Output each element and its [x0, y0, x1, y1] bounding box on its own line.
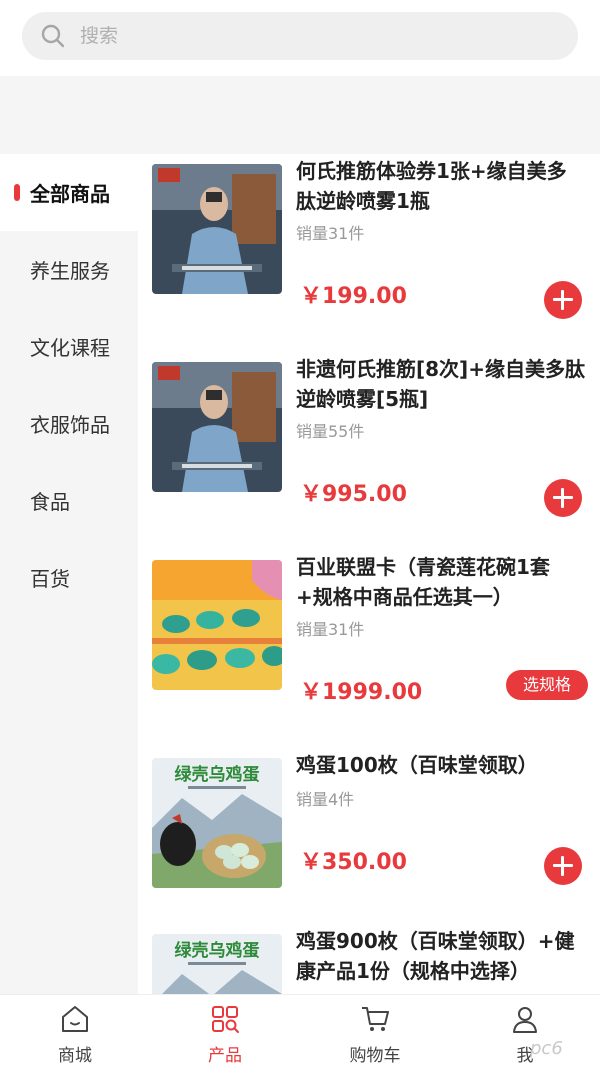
- product-price: ￥1999.00: [300, 680, 423, 705]
- product-price: ￥995.00: [300, 482, 407, 507]
- home-icon: [62, 1006, 88, 1032]
- product-card[interactable]: 非遗何氏推筋[8次]+缘自美多肽逆龄喷雾[5瓶] 销量55件 ￥995.00: [138, 352, 600, 550]
- add-to-cart-button[interactable]: [544, 281, 582, 319]
- cart-icon: [362, 1007, 389, 1031]
- product-sales: 销量31件: [296, 620, 365, 639]
- tab-label: 产品: [208, 1046, 242, 1066]
- sidebar-item-label: 食品: [30, 490, 70, 514]
- sidebar-item-health-service[interactable]: 养生服务: [0, 231, 138, 308]
- product-thumbnail: [152, 164, 282, 294]
- sidebar-item-clothing[interactable]: 衣服饰品: [0, 385, 138, 462]
- sidebar-item-general-goods[interactable]: 百货: [0, 539, 138, 616]
- tab-products[interactable]: 产品: [150, 995, 300, 1073]
- product-sales: 销量31件: [296, 224, 365, 243]
- user-icon: [513, 1007, 537, 1033]
- sidebar-item-label: 全部商品: [30, 182, 110, 206]
- product-thumbnail: 绿壳乌鸡蛋: [152, 758, 282, 888]
- grid-icon: [212, 1006, 239, 1033]
- tab-cart[interactable]: 购物车: [300, 995, 450, 1073]
- product-sales: 销量55件: [296, 422, 365, 441]
- product-card[interactable]: 绿壳乌鸡蛋 鸡蛋900枚（百味堂领取）+健康产品1份（规格中选择）: [138, 924, 600, 994]
- bottom-tab-bar: 商城 产品 购物车 我: [0, 994, 600, 1073]
- watermark-logo: pc6: [530, 1038, 563, 1059]
- product-thumbnail: 绿壳乌鸡蛋: [152, 934, 282, 994]
- product-thumbnail: [152, 560, 282, 690]
- image-text: 绿壳乌鸡蛋: [175, 940, 260, 961]
- search-input[interactable]: [80, 22, 540, 50]
- sidebar-item-food[interactable]: 食品: [0, 462, 138, 539]
- image-text: 绿壳乌鸡蛋: [175, 764, 260, 785]
- product-title: 何氏推筋体验券1张+缘自美多肽逆龄喷雾1瓶: [296, 159, 567, 213]
- product-thumbnail: [152, 362, 282, 492]
- product-title: 非遗何氏推筋[8次]+缘自美多肽逆龄喷雾[5瓶]: [296, 357, 585, 411]
- sidebar-item-all[interactable]: 全部商品: [0, 154, 138, 231]
- sidebar-item-label: 百货: [30, 567, 70, 591]
- product-price: ￥350.00: [300, 850, 407, 875]
- search-box[interactable]: [22, 12, 578, 60]
- sidebar-item-culture-course[interactable]: 文化课程: [0, 308, 138, 385]
- tab-mall[interactable]: 商城: [0, 995, 150, 1073]
- active-indicator: [14, 184, 20, 201]
- tab-label: 购物车: [349, 1046, 401, 1066]
- tab-label: 商城: [58, 1046, 92, 1066]
- category-sidebar: 全部商品 养生服务 文化课程 衣服饰品 食品 百货: [0, 154, 138, 994]
- product-title: 百业联盟卡（青瓷莲花碗1套+规格中商品任选其一）: [296, 555, 550, 609]
- product-sales: 销量4件: [296, 790, 355, 809]
- product-title: 鸡蛋900枚（百味堂领取）+健康产品1份（规格中选择）: [296, 929, 575, 983]
- sidebar-item-label: 养生服务: [30, 259, 110, 283]
- banner-area: [0, 76, 600, 154]
- search-icon: [41, 24, 65, 48]
- product-list[interactable]: 何氏推筋体验券1张+缘自美多肽逆龄喷雾1瓶 销量31件 ￥199.00 非遗何氏…: [138, 154, 600, 994]
- add-to-cart-button[interactable]: [544, 847, 582, 885]
- sidebar-item-label: 文化课程: [30, 336, 110, 360]
- search-bar: [0, 0, 600, 76]
- add-to-cart-button[interactable]: [544, 479, 582, 517]
- product-card[interactable]: 百业联盟卡（青瓷莲花碗1套+规格中商品任选其一） 销量31件 ￥1999.00 …: [138, 550, 600, 748]
- tab-me[interactable]: 我: [450, 995, 600, 1073]
- product-card[interactable]: 绿壳乌鸡蛋 鸡蛋100枚（百味堂领取） 销量4件 ￥350.00: [138, 748, 600, 946]
- product-price: ￥199.00: [300, 284, 407, 309]
- sidebar-item-label: 衣服饰品: [30, 413, 110, 437]
- select-spec-button[interactable]: 选规格: [506, 670, 588, 700]
- product-title: 鸡蛋100枚（百味堂领取）: [296, 753, 538, 777]
- product-card[interactable]: 何氏推筋体验券1张+缘自美多肽逆龄喷雾1瓶 销量31件 ￥199.00: [138, 154, 600, 352]
